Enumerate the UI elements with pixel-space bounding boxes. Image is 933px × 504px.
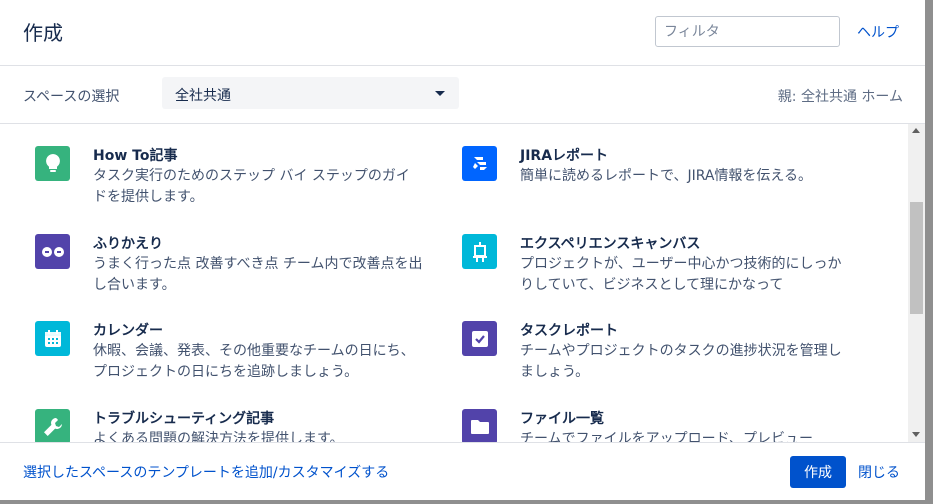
- scrollbar-thumb[interactable]: [910, 202, 923, 314]
- space-selector-bar: スペースの選択 全社共通 親: 全社共通 ホーム: [0, 66, 925, 124]
- template-item-task-report[interactable]: タスクレポート チームやプロジェクトのタスクの進捗状況を管理しましょう。: [462, 321, 862, 401]
- template-title: タスクレポート: [520, 323, 618, 339]
- calendar-icon: [35, 321, 70, 356]
- template-list-scrollbar[interactable]: [908, 124, 925, 442]
- template-description: 簡単に読めるレポートで、JIRA情報を伝える。: [520, 168, 813, 184]
- space-select[interactable]: 全社共通: [162, 77, 459, 109]
- template-item-retrospective[interactable]: ふりかえり うまく行った点 改善すべき点 チーム内で改善点を出し合います。: [35, 234, 435, 314]
- filter-input[interactable]: [655, 16, 840, 47]
- template-item-jira-report[interactable]: JIRAレポート 簡単に読めるレポートで、JIRA情報を伝える。: [462, 146, 862, 226]
- retrospective-icon: [35, 234, 70, 269]
- template-description: よくある問題の解決方法を提供します。: [93, 431, 344, 442]
- template-title: How To記事: [93, 148, 178, 164]
- wrench-icon: [35, 409, 70, 442]
- lightbulb-icon: [35, 146, 70, 181]
- template-title: ファイル一覧: [520, 411, 604, 427]
- template-title: エクスペリエンスキャンバス: [520, 236, 701, 252]
- template-item-howto[interactable]: How To記事 タスク実行のためのステップ バイ ステップのガイドを提供します…: [35, 146, 435, 226]
- customize-templates-link[interactable]: 選択したスペースのテンプレートを追加/カスタマイズする: [23, 462, 389, 482]
- canvas-icon: [462, 234, 497, 269]
- template-description: プロジェクトが、ユーザー中心かつ技術的にしっかりしていて、ビジネスとして理にかな…: [520, 256, 842, 293]
- template-item-file-list[interactable]: ファイル一覧 チームでファイルをアップロード、プレビュー: [462, 409, 862, 442]
- checkbox-icon: [462, 321, 497, 356]
- template-title: JIRAレポート: [520, 148, 609, 164]
- folder-icon: [462, 409, 497, 442]
- dialog-footer: 選択したスペースのテンプレートを追加/カスタマイズする 作成 閉じる: [0, 442, 925, 500]
- dialog-title: 作成: [23, 21, 63, 45]
- scroll-up-arrow-icon[interactable]: [912, 128, 920, 133]
- close-link[interactable]: 閉じる: [858, 462, 900, 482]
- chevron-down-icon: [435, 91, 445, 96]
- template-item-troubleshooting[interactable]: トラブルシューティング記事 よくある問題の解決方法を提供します。: [35, 409, 435, 442]
- template-description: うまく行った点 改善すべき点 チーム内で改善点を出し合います。: [93, 256, 423, 293]
- parent-page-info: 親: 全社共通 ホーム: [777, 89, 903, 105]
- template-title: トラブルシューティング記事: [93, 411, 275, 427]
- dialog-header: 作成 ヘルプ: [0, 0, 925, 66]
- create-button[interactable]: 作成: [790, 456, 846, 488]
- template-description: チームやプロジェクトのタスクの進捗状況を管理しましょう。: [520, 343, 842, 380]
- scroll-down-arrow-icon[interactable]: [912, 432, 920, 437]
- template-description: タスク実行のためのステップ バイ ステップのガイドを提供します。: [93, 168, 410, 205]
- template-item-calendar[interactable]: カレンダー 休暇、会議、発表、その他重要なチームの日にち、プロジェクトの日にちを…: [35, 321, 435, 401]
- template-description: チームでファイルをアップロード、プレビュー: [520, 431, 814, 442]
- template-description: 休暇、会議、発表、その他重要なチームの日にち、プロジェクトの日にちを追跡しましょ…: [93, 343, 415, 380]
- jira-icon: [462, 146, 497, 181]
- template-title: ふりかえり: [93, 236, 163, 252]
- template-item-experience-canvas[interactable]: エクスペリエンスキャンバス プロジェクトが、ユーザー中心かつ技術的にしっかりして…: [462, 234, 862, 314]
- space-select-value: 全社共通: [175, 88, 231, 104]
- template-list: How To記事 タスク実行のためのステップ バイ ステップのガイドを提供します…: [0, 124, 908, 442]
- template-title: カレンダー: [93, 323, 163, 339]
- space-select-label: スペースの選択: [23, 89, 120, 105]
- help-link[interactable]: ヘルプ: [857, 22, 899, 42]
- create-dialog: 作成 ヘルプ スペースの選択 全社共通 親: 全社共通 ホーム How To記事…: [0, 0, 925, 500]
